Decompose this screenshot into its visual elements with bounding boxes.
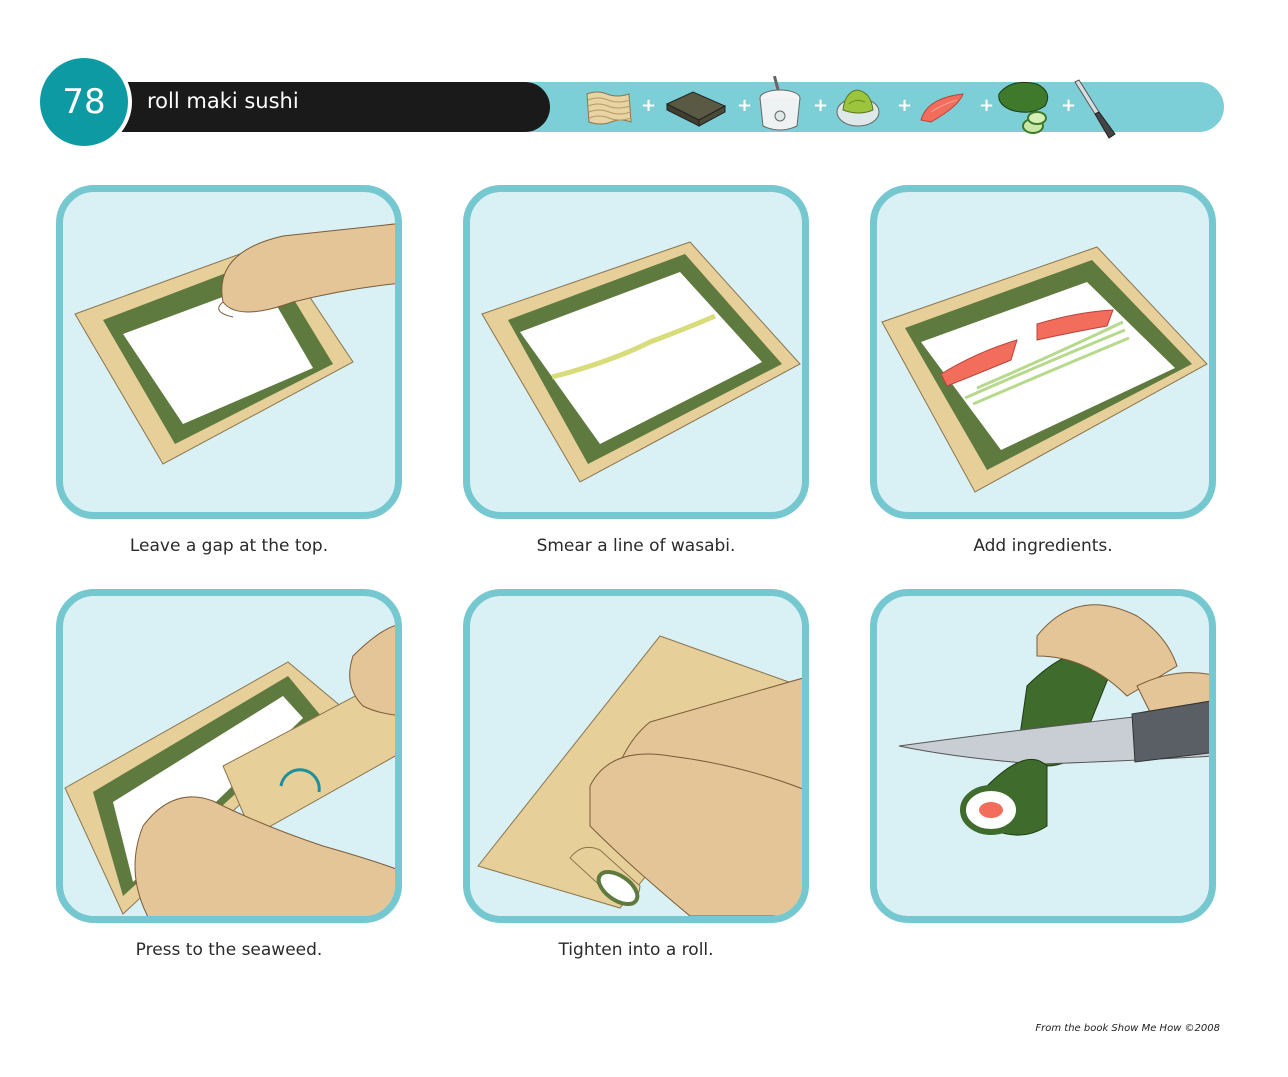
step-caption-2: Smear a line of wasabi.: [536, 536, 736, 556]
step-caption-3: Add ingredients.: [973, 536, 1113, 556]
tools-strip: + + + + + +: [575, 75, 1135, 140]
illustration-spread-rice: [74, 223, 395, 465]
step-panel-6: [870, 589, 1216, 923]
bamboo-mat-icon: [586, 91, 632, 125]
step-caption-5: Tighten into a roll.: [558, 940, 714, 960]
step-panel-3: [870, 185, 1216, 519]
credit-line: From the book Show Me How ©2008: [1035, 1023, 1220, 1034]
step-caption-1: Leave a gap at the top.: [129, 536, 329, 556]
plus-sign: +: [641, 95, 657, 116]
plus-sign: +: [737, 95, 753, 116]
step-panel-1: [56, 185, 402, 519]
plus-sign: +: [897, 95, 913, 116]
wasabi-icon: [836, 89, 880, 127]
step-panel-4: [56, 589, 402, 923]
illustration-add-ingredients: [881, 246, 1208, 493]
step-panel-5: [463, 589, 809, 923]
knife-icon: [1074, 79, 1116, 139]
page-title: roll maki sushi: [147, 89, 299, 113]
plus-sign: +: [813, 95, 829, 116]
step-number: 78: [36, 54, 132, 150]
illustration-wasabi-line: [481, 241, 801, 483]
step-panel-2: [463, 185, 809, 519]
salmon-icon: [920, 93, 964, 123]
illustration-press-roll: [64, 625, 395, 916]
plus-sign: +: [979, 95, 995, 116]
rice-cooker-icon: [759, 75, 801, 131]
illustration-slice-roll: [898, 604, 1209, 836]
nori-sheet-icon: [665, 91, 727, 127]
cucumber-icon: [998, 81, 1049, 134]
illustration-tighten-roll: [477, 635, 802, 916]
step-caption-4: Press to the seaweed.: [135, 940, 323, 960]
